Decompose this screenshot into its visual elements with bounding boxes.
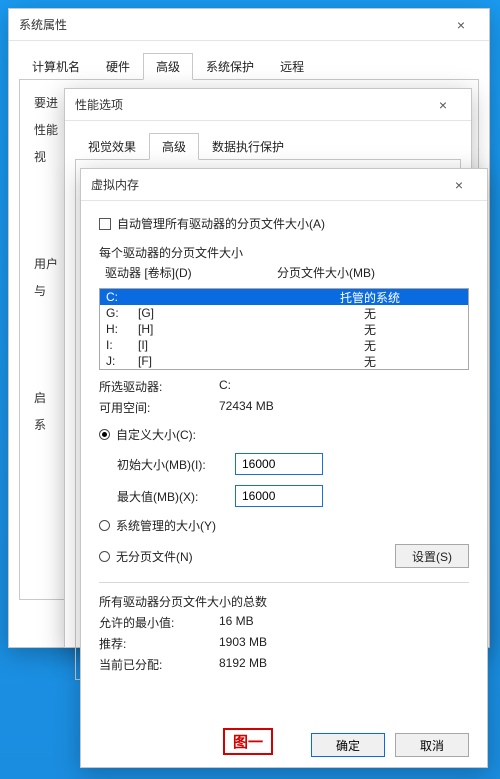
cur-label: 当前已分配: [99, 656, 219, 673]
per-drive-title: 每个驱动器的分页文件大小 [99, 244, 469, 261]
radio-off-icon [99, 551, 110, 562]
drive-listbox[interactable]: C: 托管的系统 G: [G] 无 H: [H] 无 I: [I] 无 [99, 288, 469, 370]
auto-manage-label: 自动管理所有驱动器的分页文件大小(A) [117, 215, 325, 232]
checkbox-icon [99, 218, 111, 230]
drive-table-header: 驱动器 [卷标](D) 分页文件大小(MB) [99, 261, 469, 284]
tab-hardware[interactable]: 硬件 [93, 53, 143, 80]
tab-computer-name[interactable]: 计算机名 [19, 53, 93, 80]
drive-row[interactable]: I: [I] 无 [100, 337, 468, 353]
titlebar: 系统属性 × [9, 9, 489, 41]
ok-button[interactable]: 确定 [311, 733, 385, 757]
auto-manage-checkbox-row[interactable]: 自动管理所有驱动器的分页文件大小(A) [99, 215, 469, 232]
free-space-value: 72434 MB [219, 399, 274, 416]
close-icon[interactable]: × [439, 173, 479, 197]
tab-advanced[interactable]: 高级 [149, 133, 199, 160]
cur-value: 8192 MB [219, 656, 267, 673]
window-title: 系统属性 [19, 16, 67, 33]
drive-row[interactable]: J: [F] 无 [100, 353, 468, 369]
divider [99, 582, 469, 583]
drive-row[interactable]: G: [G] 无 [100, 305, 468, 321]
rec-label: 推荐: [99, 635, 219, 652]
tab-visual-effects[interactable]: 视觉效果 [75, 133, 149, 160]
system-managed-label: 系统管理的大小(Y) [116, 517, 216, 534]
free-space-label: 可用空间: [99, 399, 219, 416]
no-pagefile-label: 无分页文件(N) [116, 548, 193, 565]
selected-drive-value: C: [219, 378, 231, 395]
drive-row[interactable]: H: [H] 无 [100, 321, 468, 337]
header-drive: 驱动器 [卷标](D) [105, 264, 277, 281]
virtual-memory-dialog: 虚拟内存 × 自动管理所有驱动器的分页文件大小(A) 每个驱动器的分页文件大小 … [80, 168, 488, 768]
window-title: 性能选项 [75, 96, 123, 113]
tab-advanced[interactable]: 高级 [143, 53, 193, 80]
window-title: 虚拟内存 [91, 176, 139, 193]
radio-off-icon [99, 520, 110, 531]
cancel-button[interactable]: 取消 [395, 733, 469, 757]
rec-value: 1903 MB [219, 635, 267, 652]
radio-no-pagefile[interactable]: 无分页文件(N) [99, 548, 193, 565]
titlebar: 虚拟内存 × [81, 169, 487, 201]
header-pagefile: 分页文件大小(MB) [277, 264, 463, 281]
min-label: 允许的最小值: [99, 614, 219, 631]
selected-drive-label: 所选驱动器: [99, 378, 219, 395]
perfopt-tabs: 视觉效果 高级 数据执行保护 [75, 133, 461, 160]
set-button[interactable]: 设置(S) [395, 544, 469, 568]
sysprop-tabs: 计算机名 硬件 高级 系统保护 远程 [19, 53, 479, 80]
min-value: 16 MB [219, 614, 254, 631]
max-size-label: 最大值(MB)(X): [117, 488, 235, 505]
close-icon[interactable]: × [423, 93, 463, 117]
drive-row[interactable]: C: 托管的系统 [100, 289, 468, 305]
totals-title: 所有驱动器分页文件大小的总数 [99, 593, 469, 610]
initial-size-input[interactable] [235, 453, 323, 475]
titlebar: 性能选项 × [65, 89, 471, 121]
tab-system-protection[interactable]: 系统保护 [193, 53, 267, 80]
close-icon[interactable]: × [441, 13, 481, 37]
custom-size-label: 自定义大小(C): [116, 426, 196, 443]
radio-on-icon [99, 429, 110, 440]
max-size-input[interactable] [235, 485, 323, 507]
tab-remote[interactable]: 远程 [267, 53, 317, 80]
tab-dep[interactable]: 数据执行保护 [199, 133, 297, 160]
initial-size-label: 初始大小(MB)(I): [117, 456, 235, 473]
radio-system-managed[interactable]: 系统管理的大小(Y) [99, 517, 469, 534]
radio-custom-size[interactable]: 自定义大小(C): [99, 426, 469, 443]
